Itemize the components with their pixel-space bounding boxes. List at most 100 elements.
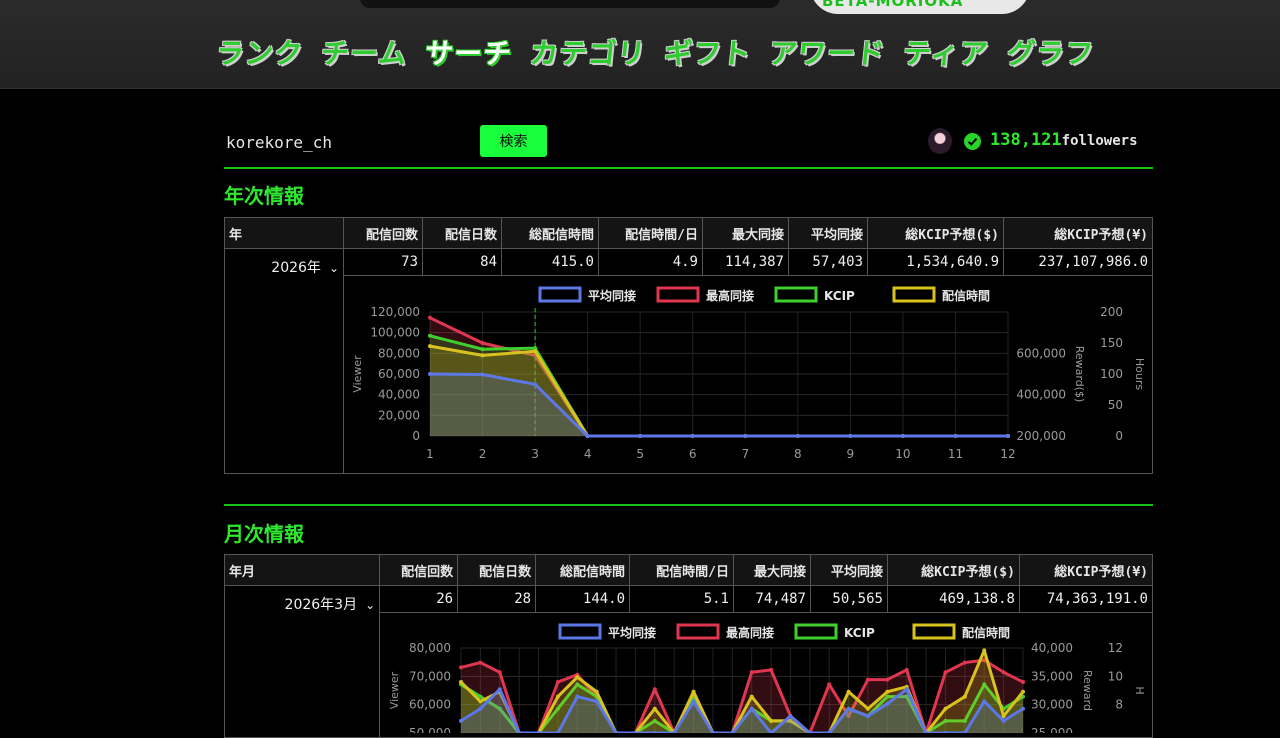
- monthly-header-kcip-usd: 総KCIP予想($): [886, 554, 1020, 586]
- search-button[interactable]: 検索: [480, 125, 547, 157]
- monthly-header-kcip-jpy: 総KCIP予想(¥): [1018, 554, 1154, 586]
- data-point: [962, 660, 967, 665]
- y3-axis-label: H: [1133, 686, 1146, 694]
- nav-award[interactable]: アワード: [767, 34, 887, 74]
- nav-gift[interactable]: ギフト: [662, 34, 753, 74]
- yearly-header-year: 年: [224, 217, 344, 249]
- yearly-value-kcip-usd: 1,534,640.9: [867, 248, 1004, 276]
- monthly-header-hours-per-day: 配信時間/日: [629, 554, 734, 586]
- data-point: [846, 689, 851, 694]
- nav-team[interactable]: チーム: [319, 34, 409, 74]
- data-point: [1021, 689, 1025, 694]
- data-point: [788, 714, 793, 718]
- data-point: [555, 680, 560, 684]
- followers-number: 138,121: [990, 130, 1062, 150]
- site-logo-dark[interactable]: [360, 0, 780, 8]
- y2-tick-label: 400,000: [1016, 388, 1066, 402]
- y2-tick-label: 25,000: [1031, 726, 1073, 733]
- y2-tick-label: 600,000: [1016, 346, 1066, 360]
- yearly-chart-cell: 平均同接 最高同接 KCIP 配信時間 120,000 100,000 80,000 60,0…: [343, 275, 1153, 484]
- x-tick-label: 4: [584, 447, 592, 461]
- data-point: [497, 670, 502, 675]
- year-select[interactable]: 2026年 ⌄: [224, 248, 344, 474]
- data-point: [428, 372, 432, 376]
- data-point: [585, 434, 590, 438]
- yearly-value-count: 73: [343, 248, 423, 276]
- monthly-section-title: 月次情報: [224, 522, 304, 546]
- yearly-header-row: 年 配信回数 配信日数 総配信時間 配信時間/日 最大同接 平均同接 総KCIP…: [224, 217, 1153, 249]
- monthly-header-count: 配信回数: [379, 554, 459, 586]
- data-point: [480, 341, 485, 345]
- y-tick-label: 50,000: [409, 726, 451, 733]
- followers-count: 138,121followers: [990, 130, 1138, 150]
- monthly-header-days: 配信日数: [457, 554, 537, 586]
- y3-tick-label: 12: [1108, 641, 1123, 655]
- monthly-value-hours-per-day: 5.1: [629, 585, 734, 613]
- legend-swatch: [558, 623, 602, 640]
- nav-category[interactable]: カテゴリ: [528, 34, 648, 74]
- search-input[interactable]: [224, 128, 468, 156]
- yearly-value-total-hours: 415.0: [501, 248, 599, 276]
- monthly-chart: 平均同接 最高同接 KCIP 配信時間 80,000 70,000 60,000 50,000…: [388, 623, 1146, 738]
- y-tick-label: 70,000: [409, 669, 451, 683]
- nav-graph[interactable]: グラフ: [1004, 34, 1095, 74]
- data-point: [743, 434, 748, 438]
- x-tick-label: 1: [426, 447, 434, 461]
- data-point: [652, 687, 657, 692]
- y-tick-label: 120,000: [370, 305, 420, 319]
- legend-label: 平均同接: [608, 625, 656, 640]
- divider: [224, 504, 1153, 506]
- monthly-value-count: 26: [379, 585, 459, 613]
- legend-label: 最高同接: [706, 288, 754, 303]
- month-select[interactable]: 2026年3月 ⌄: [223, 585, 381, 738]
- y2-tick-label: 40,000: [1031, 641, 1073, 655]
- data-point: [480, 372, 485, 377]
- monthly-header-max-viewers: 最大同接: [733, 554, 811, 586]
- legend-label: KCIP: [824, 289, 855, 303]
- x-tick-label: 11: [948, 447, 963, 461]
- legend-swatch: [538, 286, 582, 303]
- data-point: [533, 382, 538, 387]
- yearly-header-total-hours: 総配信時間: [501, 217, 599, 249]
- monthly-header-month: 年月: [223, 554, 381, 586]
- y-tick-label: 60,000: [409, 698, 451, 712]
- main-nav: ランク チーム サーチ カテゴリ ギフト アワード ティア グラフ: [214, 34, 1112, 74]
- y3-tick-label: 50: [1108, 398, 1123, 412]
- yearly-header-days: 配信日数: [422, 217, 502, 249]
- x-tick-label: 2: [479, 447, 487, 461]
- legend-swatch: [774, 286, 818, 303]
- nav-tier[interactable]: ティア: [901, 34, 991, 74]
- data-point: [478, 660, 483, 665]
- yearly-header-max-viewers: 最大同接: [702, 217, 789, 249]
- yearly-section-title: 年次情報: [224, 184, 304, 208]
- monthly-value-row: 2026年3月 ⌄ 26 28 144.0 5.1 74,487 50,565 4…: [223, 585, 1154, 738]
- legend-swatch: [912, 623, 956, 640]
- y2-axis-label: Reward: [1081, 670, 1094, 711]
- nav-search[interactable]: サーチ: [423, 34, 514, 74]
- x-tick-label: 8: [794, 447, 802, 461]
- yearly-header-kcip-jpy: 総KCIP予想(¥): [1003, 217, 1153, 249]
- y2-tick-label: 200,000: [1016, 429, 1066, 443]
- monthly-value-kcip-usd: 469,138.8: [886, 585, 1020, 613]
- x-tick-label: 5: [636, 447, 644, 461]
- y3-tick-label: 10: [1108, 669, 1123, 683]
- monthly-value-max-viewers: 74,487: [733, 585, 811, 613]
- data-point: [638, 434, 643, 438]
- y2-tick-label: 35,000: [1031, 669, 1073, 683]
- data-point: [943, 670, 948, 675]
- data-point: [749, 706, 754, 711]
- yearly-value-max-viewers: 114,387: [702, 248, 789, 276]
- data-point: [865, 677, 870, 682]
- monthly-header-total-hours: 総配信時間: [535, 554, 631, 586]
- nav-rank[interactable]: ランク: [214, 34, 305, 74]
- y-tick-label: 80,000: [378, 346, 420, 360]
- data-point: [982, 648, 987, 653]
- data-point: [480, 353, 485, 358]
- data-point: [690, 434, 695, 438]
- yearly-chart: 平均同接 最高同接 KCIP 配信時間120,000100,00080,00060,0…: [351, 286, 1146, 484]
- data-point: [1006, 434, 1010, 438]
- data-point: [428, 344, 432, 349]
- y3-tick-label: 100: [1100, 367, 1123, 381]
- series-area: [430, 374, 1008, 436]
- yearly-header-count: 配信回数: [343, 217, 423, 249]
